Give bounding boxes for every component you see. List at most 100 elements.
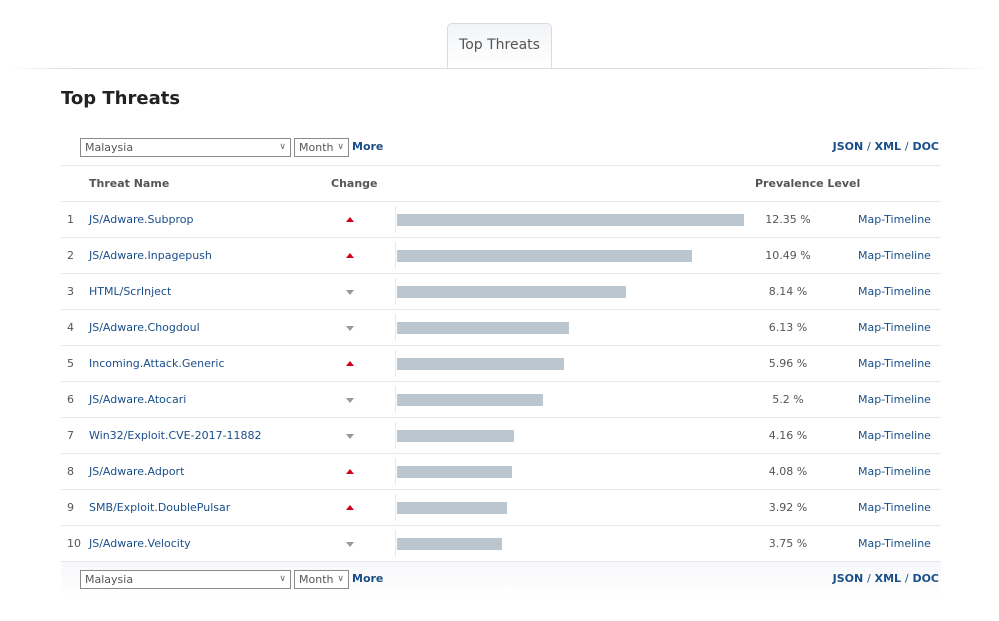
rank-number: 4 [67,321,74,334]
period-select-value: Month [299,141,334,154]
prevalence-value: 5.2 % [772,393,804,406]
table-row: 5 Incoming.Attack.Generic 5.96 % Map-Timeli… [61,346,941,382]
prevalence-bar [397,322,569,334]
column-divider [395,206,396,233]
column-divider [395,422,396,449]
threats-panel: Malaysia ∨ Month ∨ More JSON / XML / DOC… [61,130,941,597]
map-timeline-link[interactable]: Map-Timeline [858,537,931,550]
threat-name-link[interactable]: Incoming.Attack.Generic [89,357,225,370]
header-prevalence: Prevalence Level [755,177,861,190]
table-row: 2 JS/Adware.Inpagepush 10.49 % Map-Timeline [61,238,941,274]
export-links: JSON / XML / DOC [833,140,939,153]
country-select-value: Malaysia [85,573,134,586]
trend-up-icon [346,361,354,366]
separator: / [867,140,871,153]
tab-bar: Top Threats [10,0,989,69]
table-row: 1 JS/Adware.Subprop 12.35 % Map-Timeline [61,202,941,238]
threat-name-link[interactable]: JS/Adware.Adport [89,465,184,478]
xml-link[interactable]: XML [875,572,901,585]
threat-name-link[interactable]: Win32/Exploit.CVE-2017-11882 [89,429,262,442]
column-divider [395,278,396,305]
separator: / [904,140,909,153]
trend-up-icon [346,217,354,222]
prevalence-bar [397,250,692,262]
separator: / [904,572,909,585]
doc-link[interactable]: DOC [912,572,939,585]
threat-name-link[interactable]: SMB/Exploit.DoublePulsar [89,501,230,514]
more-link[interactable]: More [352,572,383,585]
threat-name-link[interactable]: JS/Adware.Inpagepush [89,249,212,262]
map-timeline-link[interactable]: Map-Timeline [858,357,931,370]
doc-link[interactable]: DOC [912,140,939,153]
rank-number: 9 [67,501,74,514]
export-links: JSON / XML / DOC [833,572,939,585]
rank-number: 2 [67,249,74,262]
table-header: Threat Name Change Prevalence Level [61,166,941,202]
column-divider [395,530,396,557]
prevalence-bar [397,430,514,442]
country-select[interactable]: Malaysia ∨ [80,570,291,589]
column-divider [395,242,396,269]
map-timeline-link[interactable]: Map-Timeline [858,213,931,226]
separator: / [867,572,871,585]
table-row: 9 SMB/Exploit.DoublePulsar 3.92 % Map-Timel… [61,490,941,526]
prevalence-value: 3.92 % [768,501,808,514]
column-divider [395,494,396,521]
trend-down-icon [346,542,354,547]
threat-table-body: 1 JS/Adware.Subprop 12.35 % Map-Timeline 2 JS… [61,202,941,561]
threat-name-link[interactable]: JS/Adware.Velocity [89,537,191,550]
prevalence-value: 3.75 % [768,537,808,550]
prevalence-bar [397,538,502,550]
period-select[interactable]: Month ∨ [294,570,349,589]
rank-number: 6 [67,393,74,406]
rank-number: 3 [67,285,74,298]
prevalence-bar [397,394,543,406]
top-controls: Malaysia ∨ Month ∨ More JSON / XML / DOC [61,130,941,166]
trend-down-icon [346,398,354,403]
json-link[interactable]: JSON [833,572,864,585]
tab-top-threats[interactable]: Top Threats [447,23,552,68]
prevalence-value: 12.35 % [765,213,811,226]
rank-number: 1 [67,213,74,226]
table-row: 4 JS/Adware.Chogdoul 6.13 % Map-Timeline [61,310,941,346]
rank-number: 10 [67,537,81,550]
map-timeline-link[interactable]: Map-Timeline [858,285,931,298]
map-timeline-link[interactable]: Map-Timeline [858,393,931,406]
more-link[interactable]: More [352,140,383,153]
threat-name-link[interactable]: JS/Adware.Subprop [89,213,193,226]
country-select-value: Malaysia [85,141,134,154]
map-timeline-link[interactable]: Map-Timeline [858,501,931,514]
trend-down-icon [346,326,354,331]
prevalence-bar [397,466,512,478]
trend-up-icon [346,253,354,258]
map-timeline-link[interactable]: Map-Timeline [858,429,931,442]
xml-link[interactable]: XML [875,140,901,153]
prevalence-bar [397,502,507,514]
chevron-down-icon: ∨ [279,142,286,152]
map-timeline-link[interactable]: Map-Timeline [858,465,931,478]
prevalence-bar [397,358,564,370]
table-row: 6 JS/Adware.Atocari 5.2 % Map-Timeline [61,382,941,418]
table-row: 8 JS/Adware.Adport 4.08 % Map-Timeline [61,454,941,490]
rank-number: 5 [67,357,74,370]
column-divider [395,386,396,413]
column-divider [395,314,396,341]
column-divider [395,350,396,377]
prevalence-value: 8.14 % [768,285,808,298]
rank-number: 7 [67,429,74,442]
threat-name-link[interactable]: JS/Adware.Chogdoul [89,321,200,334]
column-divider [395,458,396,485]
page-title: Top Threats [61,88,181,109]
prevalence-bar [397,214,744,226]
map-timeline-link[interactable]: Map-Timeline [858,321,931,334]
table-row: 7 Win32/Exploit.CVE-2017-11882 4.16 % Map-T… [61,418,941,454]
period-select[interactable]: Month ∨ [294,138,349,157]
map-timeline-link[interactable]: Map-Timeline [858,249,931,262]
json-link[interactable]: JSON [833,140,864,153]
country-select[interactable]: Malaysia ∨ [80,138,291,157]
header-threat-name: Threat Name [89,177,170,190]
prevalence-value: 4.16 % [768,429,808,442]
threat-name-link[interactable]: HTML/ScrInject [89,285,171,298]
threat-name-link[interactable]: JS/Adware.Atocari [89,393,186,406]
prevalence-value: 6.13 % [768,321,808,334]
